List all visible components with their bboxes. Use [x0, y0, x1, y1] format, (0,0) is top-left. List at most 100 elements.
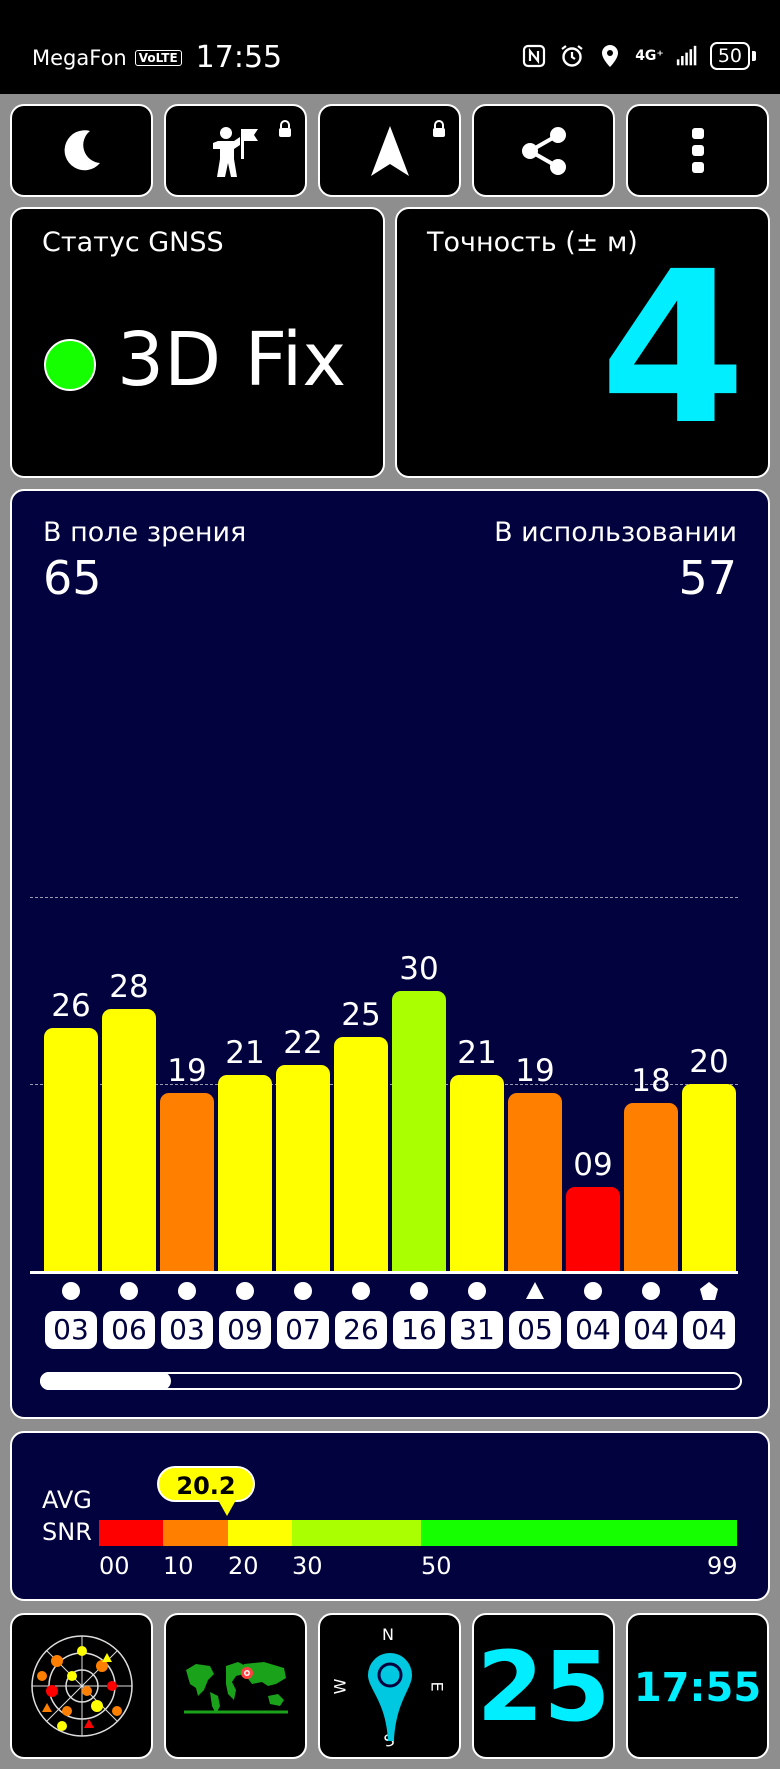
more-vert-icon: [691, 127, 704, 173]
gnss-status-card[interactable]: Статус GNSS 3D Fix: [10, 207, 385, 478]
compass-east: E: [427, 1681, 447, 1692]
circle-marker-icon: [468, 1282, 486, 1300]
person-flag-icon: [212, 126, 258, 177]
circle-marker-icon: [410, 1282, 428, 1300]
clock-value: 17:55: [633, 1665, 762, 1711]
bar-value-label: 19: [167, 1053, 207, 1090]
bar-value-label: 18: [631, 1062, 671, 1099]
battery-indicator: 50: [709, 42, 756, 70]
network-type: 4G⁺: [635, 48, 664, 64]
snr-bar[interactable]: [218, 1074, 272, 1271]
snr-bar[interactable]: [682, 1084, 736, 1271]
snr-bar[interactable]: [624, 1102, 678, 1271]
snr-bar[interactable]: [334, 1037, 388, 1271]
volte-badge: VoLTE: [134, 49, 182, 66]
in-use-label: В использовании: [494, 517, 737, 548]
snr-tick-label: 00: [99, 1552, 130, 1580]
navigation-arrow-icon: [370, 125, 409, 176]
snr-bar[interactable]: [276, 1065, 330, 1271]
satellite-prn-label: 07: [277, 1311, 329, 1349]
satellite-count-tile[interactable]: 25: [472, 1613, 615, 1759]
satellite-prn-label: 04: [567, 1311, 619, 1349]
world-map-tile[interactable]: [164, 1613, 307, 1759]
sky-plot-tile[interactable]: [10, 1613, 153, 1759]
bar-value-label: 19: [515, 1053, 555, 1090]
gnss-status-title: Статус GNSS: [42, 227, 224, 258]
snr-bar[interactable]: [160, 1093, 214, 1271]
compass-north: N: [382, 1625, 394, 1644]
bar-value-label: 28: [109, 969, 149, 1006]
chart-gridline: [30, 897, 738, 898]
satellite-prn-label: 16: [393, 1311, 445, 1349]
circle-marker-icon: [642, 1282, 660, 1300]
circle-marker-icon: [584, 1282, 602, 1300]
signal-icon: [676, 45, 697, 66]
share-button[interactable]: [472, 104, 615, 197]
circle-marker-icon: [294, 1282, 312, 1300]
satellite-prn-label: 31: [451, 1311, 503, 1349]
compass-tile[interactable]: N S W E: [318, 1613, 461, 1759]
snr-tick-label: 30: [292, 1552, 323, 1580]
satellite-prn-label: 04: [625, 1311, 677, 1349]
accuracy-value: 4: [599, 226, 746, 471]
carrier-name: MegaFon: [32, 45, 127, 70]
snr-bar[interactable]: [392, 990, 446, 1271]
status-time: 17:55: [195, 40, 283, 75]
snr-tick-label: 50: [421, 1552, 452, 1580]
in-view-count: 65: [43, 551, 102, 605]
bar-value-label: 22: [283, 1025, 323, 1062]
moon-icon: [64, 129, 100, 170]
snr-scale-segment: [228, 1520, 292, 1546]
snr-scale-segment: [292, 1520, 421, 1546]
bar-value-label: 21: [225, 1034, 265, 1071]
compass-west: W: [330, 1678, 350, 1695]
clock-tile[interactable]: 17:55: [626, 1613, 769, 1759]
satellite-signal-card[interactable]: В поле зрения 65 В использовании 57: [10, 489, 770, 1419]
circle-marker-icon: [236, 1282, 254, 1300]
world-map-icon: [183, 1662, 288, 1714]
landmark-button[interactable]: [164, 104, 307, 197]
snr-tick-label: 20: [228, 1552, 259, 1580]
share-icon: [521, 126, 566, 175]
chart-scroll-thumb[interactable]: [40, 1372, 171, 1390]
fix-status-dot: [44, 339, 96, 391]
bar-value-label: 30: [399, 950, 439, 987]
compass-icon: [368, 1653, 412, 1741]
circle-marker-icon: [62, 1282, 80, 1300]
snr-bar[interactable]: [102, 1009, 156, 1271]
more-button[interactable]: [626, 104, 769, 197]
triangle-marker-icon: [526, 1282, 544, 1299]
satellite-count-value: 25: [476, 1631, 611, 1743]
sky-plot-icon: [30, 1635, 133, 1737]
circle-marker-icon: [120, 1282, 138, 1300]
snr-bar[interactable]: [566, 1186, 620, 1271]
lock-icon: [279, 120, 291, 137]
night-mode-button[interactable]: [10, 104, 153, 197]
satellite-prn-label: 04: [683, 1311, 735, 1349]
accuracy-card[interactable]: Точность (± м) 4: [395, 207, 770, 478]
fix-status-text: 3D Fix: [117, 317, 347, 403]
circle-marker-icon: [352, 1282, 370, 1300]
satellite-prn-label: 03: [45, 1311, 97, 1349]
snr-bar[interactable]: [44, 1027, 98, 1271]
satellite-prn-label: 09: [219, 1311, 271, 1349]
in-use-count: 57: [678, 551, 737, 605]
snr-label: SNR: [42, 1518, 92, 1546]
battery-level: 50: [709, 42, 750, 70]
snr-bar[interactable]: [508, 1093, 562, 1271]
snr-tick-label: 99: [707, 1552, 738, 1580]
chart-baseline: [30, 1271, 738, 1274]
in-view-label: В поле зрения: [43, 517, 247, 548]
snr-scale-segment: [163, 1520, 228, 1546]
lock-icon: [433, 120, 445, 137]
snr-scale-segment: [99, 1520, 163, 1546]
avg-label: AVG: [42, 1486, 92, 1514]
satellite-prn-label: 06: [103, 1311, 155, 1349]
snr-bar[interactable]: [450, 1074, 504, 1271]
navigation-button[interactable]: [318, 104, 461, 197]
satellite-prn-label: 26: [335, 1311, 387, 1349]
bar-value-label: 25: [341, 997, 381, 1034]
bar-value-label: 26: [51, 987, 91, 1024]
snr-scale-segment: [421, 1520, 737, 1546]
bar-value-label: 20: [689, 1044, 729, 1080]
